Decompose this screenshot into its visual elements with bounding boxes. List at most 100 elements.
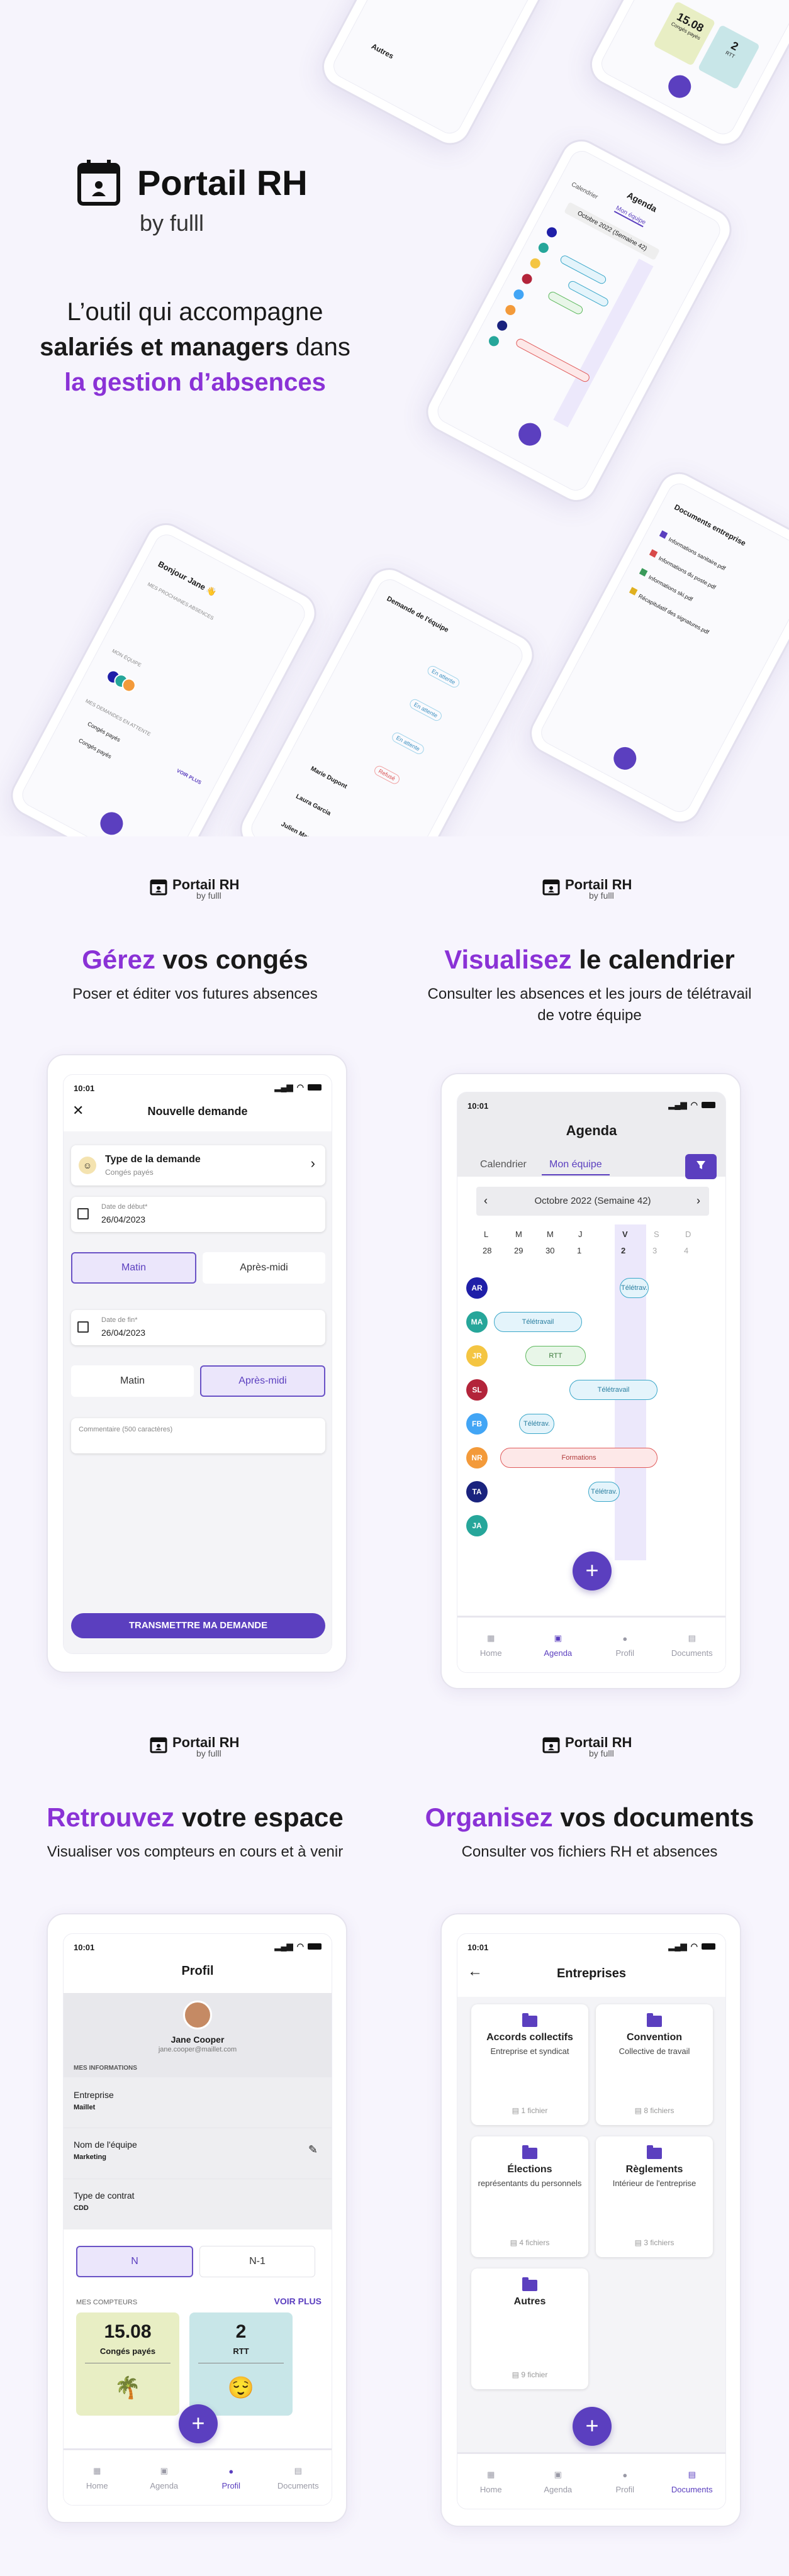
status-bar: 10:01 ▂▄▆ ◠	[457, 1934, 725, 1959]
home-icon: ▦	[487, 1633, 495, 1643]
team-member-avatar[interactable]: TA	[466, 1481, 488, 1502]
screen-title: Nouvelle demande	[147, 1105, 248, 1118]
screen-request: 10:01 ▂▄▆ ◠ ✕ Nouvelle demande ☺ Type de l…	[63, 1074, 332, 1654]
nav-home[interactable]: ▦ Home	[462, 1632, 519, 1658]
add-request-button[interactable]: +	[179, 2404, 218, 2443]
phone-frame-request: 10:01 ▂▄▆ ◠ ✕ Nouvelle demande ☺ Type de l…	[47, 1054, 347, 1673]
battery-icon	[308, 1943, 322, 1950]
company-label: Entreprise	[74, 2090, 114, 2100]
nav-agenda[interactable]: ▣ Agenda	[530, 1632, 586, 1658]
nav-label: Home	[86, 2481, 108, 2490]
team-member-avatar[interactable]: JA	[466, 1515, 488, 1536]
battery-icon	[308, 1084, 322, 1091]
start-morning-option[interactable]: Matin	[71, 1252, 196, 1284]
document-category-card[interactable]: Autres ▤ 9 fichier	[471, 2268, 588, 2389]
phone-frame-documents: 10:01 ▂▄▆ ◠ ← Entreprises Accords collecti…	[440, 1913, 741, 2527]
contract-label: Type de contrat	[74, 2190, 135, 2201]
add-request-button[interactable]: +	[573, 2407, 612, 2446]
signal-icon: ▂▄▆	[274, 1941, 293, 1951]
nav-profile[interactable]: ● Profil	[203, 2465, 259, 2491]
nav-profile[interactable]: ● Profil	[596, 1632, 653, 1658]
nav-label: Profil	[221, 2481, 241, 2490]
home-icon: ▦	[487, 2470, 495, 2479]
nav-label: Documents	[671, 2485, 713, 2494]
absence-pill[interactable]: Télétravail	[494, 1312, 582, 1332]
absence-pill[interactable]: Télétravail	[569, 1380, 658, 1400]
date-label: 4	[684, 1246, 689, 1255]
deco-home-section: MON ÉQUIPE	[111, 648, 142, 669]
team-member-avatar[interactable]: SL	[466, 1379, 488, 1401]
document-category-card[interactable]: Règlements Intérieur de l'entreprise ▤ 3…	[596, 2136, 713, 2257]
section-subtitle-documents: Consulter vos fichiers RH et absences	[461, 1843, 718, 1860]
calendar-icon	[77, 1208, 89, 1219]
year-n-option[interactable]: N	[76, 2246, 193, 2277]
team-member-avatar[interactable]: AR	[466, 1277, 488, 1299]
absence-pill[interactable]: Formations	[500, 1448, 658, 1468]
smile-icon: ☺	[79, 1157, 96, 1174]
team-row[interactable]: Nom de l'équipe Marketing ✎	[64, 2128, 332, 2179]
chevron-right-icon[interactable]: ›	[697, 1194, 700, 1208]
title-rest: vos congés	[155, 945, 308, 974]
end-date-field[interactable]: Date de fin* 26/04/2023	[71, 1310, 325, 1345]
weekday-label: M	[547, 1230, 554, 1239]
start-date-field[interactable]: Date de début* 26/04/2023	[71, 1197, 325, 1232]
end-date-value: 26/04/2023	[101, 1328, 146, 1338]
deco-home-more: VOIR PLUS	[176, 767, 203, 786]
start-afternoon-option[interactable]: Après-midi	[203, 1252, 325, 1284]
see-more-link[interactable]: VOIR PLUS	[274, 2296, 322, 2306]
wifi-icon: ◠	[690, 1100, 698, 1109]
comment-field[interactable]: Commentaire (500 caractères)	[71, 1418, 325, 1453]
nav-label: Agenda	[544, 2485, 573, 2494]
file-count: ▤ 1 fichier	[471, 2106, 588, 2115]
deco-status: En attente	[390, 730, 426, 756]
team-value: Marketing	[74, 2153, 106, 2161]
document-category-card[interactable]: Convention Collective de travail ▤ 8 fic…	[596, 2004, 713, 2125]
end-afternoon-option[interactable]: Après-midi	[200, 1365, 325, 1397]
nav-agenda[interactable]: ▣ Agenda	[136, 2465, 193, 2490]
nav-documents[interactable]: ▤ Documents	[664, 2468, 720, 2494]
request-type-select[interactable]: ☺ Type de la demande Congés payés ›	[71, 1145, 325, 1185]
nav-home[interactable]: ▦ Home	[69, 2465, 125, 2490]
year-n1-option[interactable]: N-1	[199, 2246, 315, 2277]
person-icon: ●	[622, 2470, 628, 2480]
submit-request-button[interactable]: TRANSMETTRE MA DEMANDE	[71, 1613, 325, 1638]
tab-calendar[interactable]: Calendrier	[480, 1159, 527, 1170]
profile-email: jane.cooper@maillet.com	[158, 2046, 237, 2053]
nav-home[interactable]: ▦ Home	[462, 2468, 519, 2494]
date-label: 30	[546, 1246, 555, 1255]
nav-documents[interactable]: ▤ Documents	[664, 1632, 720, 1658]
team-member-avatar[interactable]: MA	[466, 1311, 488, 1333]
nav-label: Documents	[277, 2481, 319, 2490]
screen-title: Profil	[181, 1964, 214, 1978]
absence-pill[interactable]: Télétrav.	[519, 1414, 554, 1434]
category-subtitle: Entreprise et syndicat	[490, 2046, 569, 2056]
nav-profile[interactable]: ● Profil	[596, 2468, 653, 2495]
hero-tagline-3: la gestion d’absences	[64, 369, 326, 396]
end-morning-option[interactable]: Matin	[71, 1365, 194, 1397]
nav-documents[interactable]: ▤ Documents	[270, 2465, 327, 2490]
status-time: 10:01	[467, 1943, 489, 1952]
folder-icon	[522, 2277, 537, 2291]
start-date-value: 26/04/2023	[101, 1214, 146, 1224]
team-member-avatar[interactable]: JR	[466, 1345, 488, 1367]
nav-label: Documents	[671, 1648, 713, 1658]
deco-team-name: Marie Dupont	[309, 765, 349, 791]
add-request-button[interactable]: +	[573, 1552, 612, 1591]
request-type-value: Congés payés	[105, 1168, 154, 1177]
document-category-card[interactable]: Élections représentants du personnels ▤ …	[471, 2136, 588, 2257]
file-count-label: 8 fichiers	[644, 2106, 674, 2115]
team-member-avatar[interactable]: FB	[466, 1413, 488, 1435]
screen-title: Agenda	[566, 1123, 617, 1138]
year-toggle: N N-1	[76, 2246, 315, 2277]
filter-button[interactable]	[685, 1154, 717, 1179]
edit-icon[interactable]: ✎	[308, 2143, 318, 2157]
absence-pill[interactable]: Télétrav.	[588, 1482, 620, 1502]
file-icon: ▤	[512, 2370, 522, 2379]
status-time: 10:01	[74, 1943, 95, 1952]
absence-pill[interactable]: Télétrav.	[620, 1278, 649, 1298]
absence-pill[interactable]: RTT	[525, 1346, 586, 1366]
team-member-avatar[interactable]: NR	[466, 1447, 488, 1468]
nav-agenda[interactable]: ▣ Agenda	[530, 2468, 586, 2494]
tab-my-team[interactable]: Mon équipe	[542, 1159, 610, 1175]
document-category-card[interactable]: Accords collectifs Entreprise et syndica…	[471, 2004, 588, 2125]
